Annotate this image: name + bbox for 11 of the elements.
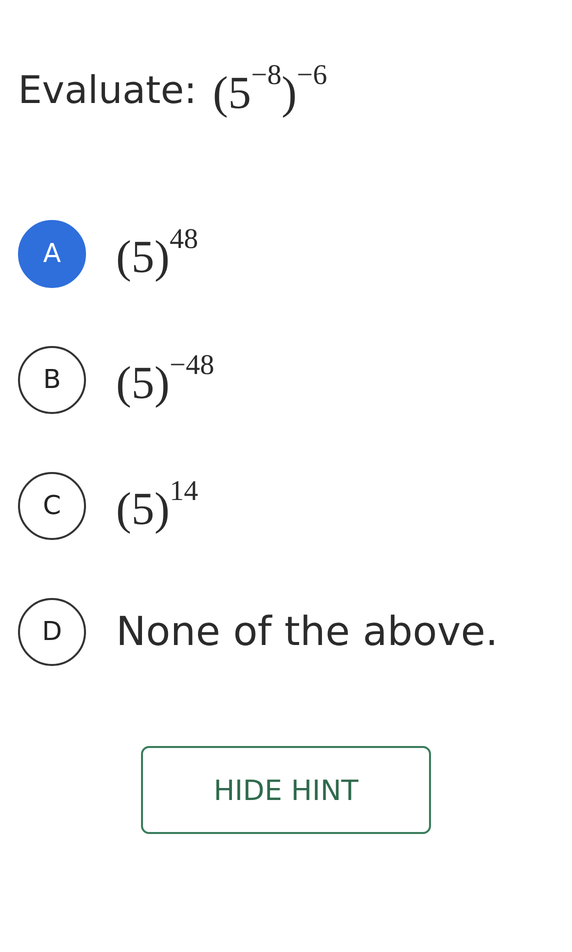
option-answer: None of the above. <box>116 609 498 655</box>
option-answer: (5)$^{48}$ <box>116 224 198 284</box>
option-answer: (5)$^{14}$ <box>116 476 198 536</box>
math-expression: (5$^{−8}$)$^{−6}$ <box>212 60 328 120</box>
option-answer: (5)$^{−48}$ <box>116 350 214 410</box>
option-letter[interactable]: B <box>18 346 86 414</box>
option-letter[interactable]: D <box>18 598 86 666</box>
question-label: Evaluate: <box>18 68 197 112</box>
hide-hint-button[interactable]: HIDE HINT <box>141 746 431 834</box>
option-letter[interactable]: C <box>18 472 86 540</box>
option-letter[interactable]: A <box>18 220 86 288</box>
